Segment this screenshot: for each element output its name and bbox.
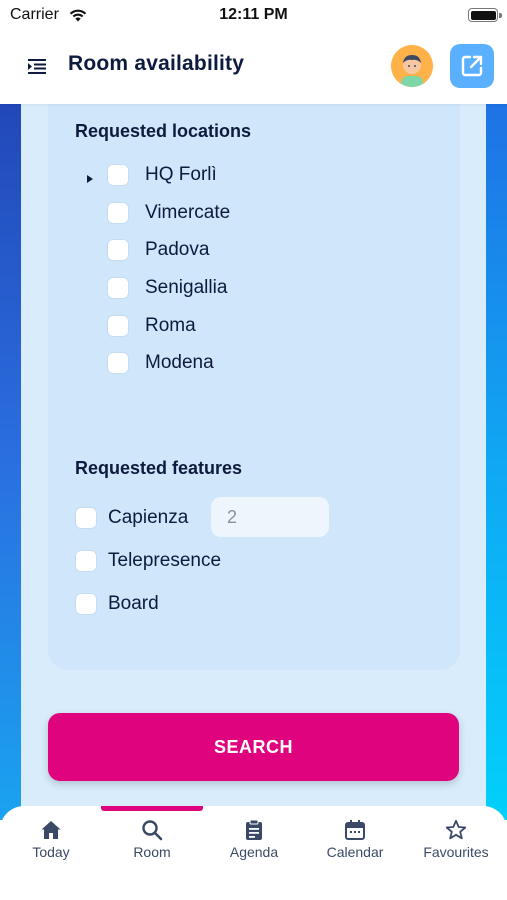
checkbox[interactable]	[108, 165, 128, 185]
battery-icon	[468, 8, 502, 22]
menu-icon[interactable]	[26, 55, 48, 77]
search-button[interactable]: SEARCH	[48, 713, 459, 781]
features-title: Requested features	[75, 458, 243, 478]
capacity-input[interactable]: 2	[211, 497, 329, 537]
location-label: Roma	[145, 315, 196, 336]
open-external-icon	[461, 55, 483, 77]
avatar[interactable]	[391, 45, 433, 87]
location-label: Senigallia	[145, 277, 228, 298]
location-label: Vimercate	[145, 202, 231, 223]
location-row-hq-forli[interactable]: HQ Forlì	[108, 163, 217, 187]
feature-row-capienza[interactable]: Capienza	[76, 506, 188, 530]
location-label: HQ Forlì	[145, 164, 217, 185]
locations-title: Requested locations	[75, 121, 252, 141]
tab-calendar[interactable]: Calendar	[304, 806, 406, 876]
status-bar: Carrier 12:11 PM	[0, 0, 507, 30]
checkbox[interactable]	[108, 240, 128, 260]
tab-room[interactable]: Room	[101, 806, 203, 876]
checkbox[interactable]	[76, 508, 96, 528]
tab-today[interactable]: Today	[0, 806, 102, 876]
tab-label: Room	[133, 844, 171, 860]
location-label: Modena	[145, 352, 214, 373]
filters-card	[48, 104, 460, 670]
avatar-illustration	[391, 45, 433, 87]
open-external-button[interactable]	[450, 44, 494, 88]
home-icon	[41, 821, 61, 839]
tab-favourites[interactable]: Favourites	[405, 806, 507, 876]
checkbox[interactable]	[108, 278, 128, 298]
tab-label: Today	[32, 844, 70, 860]
bottom-tab-bar: Today Room Agenda Calendar Favourites	[0, 806, 507, 900]
feature-label: Board	[108, 593, 159, 614]
feature-label: Telepresence	[108, 550, 222, 571]
feature-label: Capienza	[108, 507, 189, 528]
tab-label: Agenda	[229, 844, 279, 860]
location-row-modena[interactable]: Modena	[108, 351, 214, 375]
calendar-icon	[345, 820, 365, 840]
expand-arrow-icon[interactable]	[87, 175, 93, 183]
location-row-padova[interactable]: Padova	[108, 238, 209, 262]
checkbox[interactable]	[76, 551, 96, 571]
checkbox[interactable]	[108, 203, 128, 223]
star-icon	[445, 819, 467, 840]
search-icon	[142, 820, 163, 841]
status-time: 12:11 PM	[219, 6, 288, 23]
page-title: Room availability	[68, 52, 245, 75]
tab-agenda[interactable]: Agenda	[203, 806, 305, 876]
tab-label: Calendar	[326, 844, 384, 860]
clipboard-icon	[246, 819, 262, 840]
checkbox[interactable]	[76, 594, 96, 614]
location-row-senigallia[interactable]: Senigallia	[108, 276, 227, 300]
checkbox[interactable]	[108, 353, 128, 373]
location-label: Padova	[145, 239, 210, 260]
feature-row-telepresence[interactable]: Telepresence	[76, 549, 221, 573]
location-row-roma[interactable]: Roma	[108, 314, 196, 338]
app-header: Room availability	[0, 30, 507, 104]
location-row-vimercate[interactable]: Vimercate	[108, 201, 230, 225]
feature-row-board[interactable]: Board	[76, 592, 159, 616]
checkbox[interactable]	[108, 316, 128, 336]
tab-label: Favourites	[423, 844, 489, 860]
